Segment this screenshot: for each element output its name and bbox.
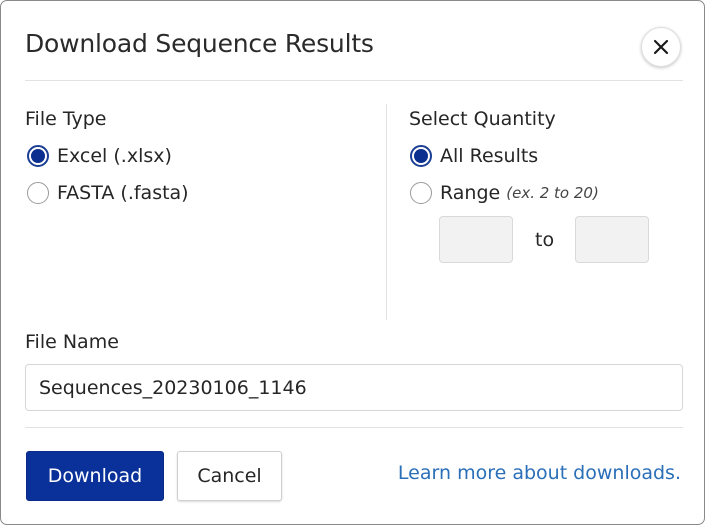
cancel-button[interactable]: Cancel	[177, 451, 282, 501]
file-name-input[interactable]	[25, 364, 683, 411]
radio-fasta-indicator[interactable]	[27, 182, 49, 204]
range-to-label: to	[535, 229, 555, 251]
dialog-title: Download Sequence Results	[25, 29, 374, 58]
learn-more-link[interactable]: Learn more about downloads.	[398, 462, 681, 484]
download-dialog: Download Sequence Results File Type Exce…	[0, 0, 705, 525]
radio-range[interactable]: Range (ex. 2 to 20)	[410, 182, 599, 204]
radio-all-results[interactable]: All Results	[410, 145, 538, 167]
radio-all-results-indicator[interactable]	[410, 145, 432, 167]
radio-excel-indicator[interactable]	[27, 145, 49, 167]
download-button[interactable]: Download	[26, 451, 164, 501]
range-from-input[interactable]	[439, 216, 513, 263]
select-quantity-label: Select Quantity	[409, 108, 556, 130]
footer-divider	[25, 427, 683, 428]
close-button[interactable]	[641, 27, 681, 67]
file-name-label: File Name	[25, 331, 119, 353]
close-icon	[653, 39, 669, 55]
radio-excel[interactable]: Excel (.xlsx)	[27, 145, 172, 167]
range-hint: (ex. 2 to 20)	[506, 184, 599, 202]
radio-fasta[interactable]: FASTA (.fasta)	[27, 182, 189, 204]
range-to-input[interactable]	[575, 216, 649, 263]
radio-range-label: Range	[440, 182, 501, 204]
radio-excel-label: Excel (.xlsx)	[57, 145, 172, 167]
radio-range-indicator[interactable]	[410, 182, 432, 204]
header-divider	[25, 80, 683, 81]
radio-fasta-label: FASTA (.fasta)	[57, 182, 189, 204]
column-divider	[386, 104, 387, 320]
radio-all-results-label: All Results	[440, 145, 539, 167]
file-type-label: File Type	[25, 108, 107, 130]
